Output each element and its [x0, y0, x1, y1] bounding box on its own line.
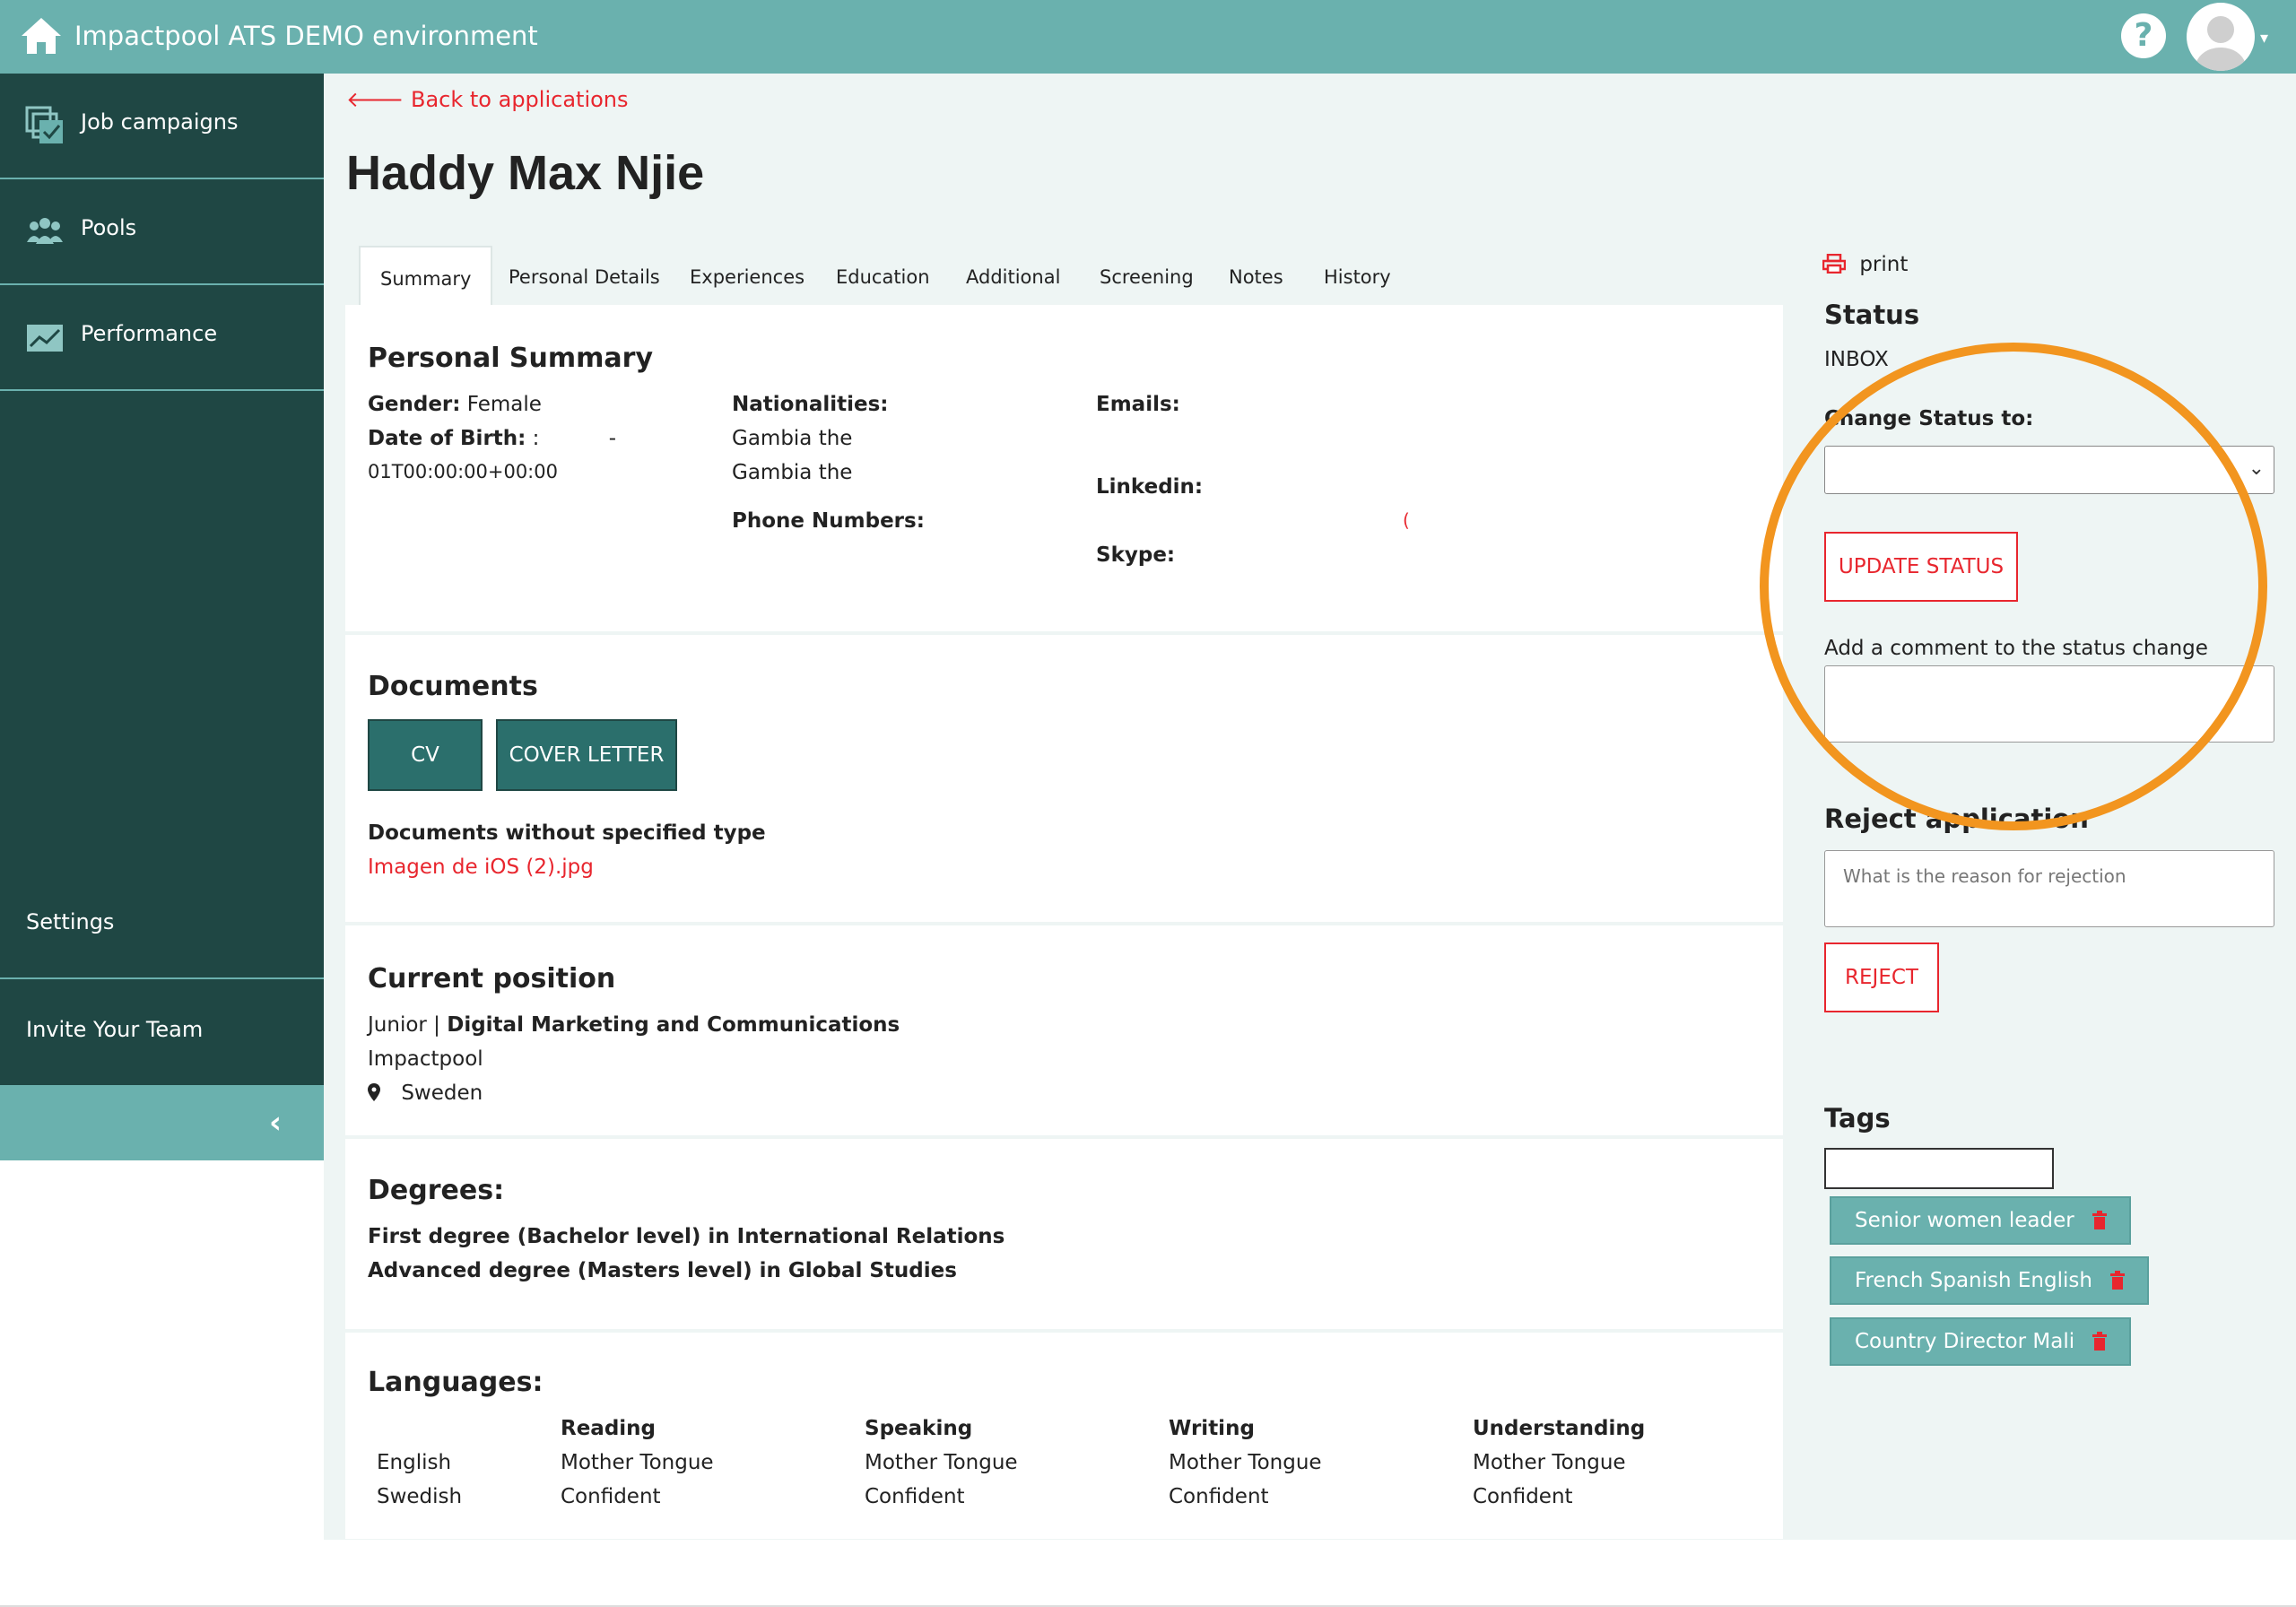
home-icon[interactable]	[20, 14, 63, 57]
cover-letter-button[interactable]: COVER LETTER	[496, 719, 677, 791]
gender-row: Gender: Female	[368, 393, 542, 416]
documents-title: Documents	[368, 671, 538, 702]
help-icon[interactable]: ?	[2121, 13, 2166, 58]
nationalities-label: Nationalities:	[732, 393, 889, 416]
tab-screening[interactable]: Screening	[1080, 246, 1213, 305]
map-pin-icon	[368, 1083, 380, 1101]
user-icon	[2196, 16, 2246, 71]
sidebar-collapse-button[interactable]: ‹	[0, 1087, 324, 1160]
languages-col-header: Understanding	[1473, 1417, 1646, 1440]
reject-button[interactable]: REJECT	[1824, 942, 1939, 1012]
degree-item: First degree (Bachelor level) in Interna…	[368, 1225, 1005, 1248]
tab-personal-details[interactable]: Personal Details	[489, 246, 680, 305]
linkedin-link[interactable]: (	[1403, 509, 1410, 531]
unspecified-docs-label: Documents without specified type	[368, 821, 766, 845]
tags-title: Tags	[1824, 1103, 1891, 1134]
sidebar-item-invite-team[interactable]: Invite Your Team	[0, 981, 324, 1087]
sidebar-item-label: Job campaigns	[81, 109, 239, 135]
back-to-applications-link[interactable]: 🡐 Back to applications	[346, 86, 629, 112]
skype-label: Skype:	[1096, 543, 1176, 567]
sidebar-item-label: Invite Your Team	[26, 1017, 204, 1042]
language-level: Mother Tongue	[561, 1451, 714, 1474]
language-level: Mother Tongue	[865, 1451, 1018, 1474]
degrees-title: Degrees:	[368, 1175, 505, 1206]
chart-icon	[27, 325, 63, 352]
languages-col-header: Reading	[561, 1417, 657, 1440]
arrow-left-icon: 🡐	[346, 87, 404, 112]
tab-notes[interactable]: Notes	[1209, 246, 1303, 305]
languages-title: Languages:	[368, 1367, 544, 1398]
status-select[interactable]: ⌄	[1824, 446, 2274, 494]
status-value: INBOX	[1824, 348, 1889, 371]
top-bar: Impactpool ATS DEMO environment ? ▾	[0, 0, 2296, 74]
language-level: Mother Tongue	[1169, 1451, 1322, 1474]
language-name: Swedish	[377, 1485, 463, 1508]
sidebar: Job campaigns Pools Performance Settings…	[0, 74, 324, 1160]
trash-icon[interactable]	[2092, 1332, 2108, 1351]
document-file-link[interactable]: Imagen de iOS (2).jpg	[368, 856, 594, 879]
language-level: Mother Tongue	[1473, 1451, 1626, 1474]
campaigns-icon	[25, 106, 63, 143]
language-level: Confident	[1169, 1485, 1269, 1508]
dob-value: 01T00:00:00+00:00	[368, 461, 558, 482]
trash-icon[interactable]	[2092, 1211, 2108, 1230]
trash-icon[interactable]	[2109, 1271, 2126, 1290]
tab-additional[interactable]: Additional	[946, 246, 1080, 305]
chevron-left-icon: ‹	[269, 1105, 283, 1141]
tag-input[interactable]	[1824, 1148, 2054, 1189]
sidebar-item-label: Settings	[26, 909, 115, 934]
languages-col-header: Writing	[1169, 1417, 1255, 1440]
page-title: Haddy Max Njie	[346, 146, 705, 200]
position-role: Junior | Digital Marketing and Communica…	[368, 1013, 900, 1037]
linkedin-label: Linkedin:	[1096, 475, 1204, 499]
languages-col-header: Speaking	[865, 1417, 973, 1440]
print-link[interactable]: print	[1822, 253, 1908, 276]
sidebar-item-label: Pools	[81, 215, 137, 240]
dob-row: Date of Birth: : -	[368, 427, 617, 450]
avatar[interactable]	[2187, 3, 2255, 71]
tab-experiences[interactable]: Experiences	[670, 246, 824, 305]
tab-education[interactable]: Education	[816, 246, 950, 305]
sidebar-item-job-campaigns[interactable]: Job campaigns	[0, 74, 324, 179]
printer-icon	[1822, 253, 1847, 274]
tag-item[interactable]: Country Director Mali	[1830, 1317, 2131, 1366]
nationality-item: Gambia the	[732, 461, 853, 484]
sidebar-item-pools[interactable]: Pools	[0, 179, 324, 285]
tag-item[interactable]: Senior women leader	[1830, 1196, 2131, 1245]
status-title: Status	[1824, 300, 1920, 330]
personal-summary-title: Personal Summary	[368, 343, 654, 374]
phone-numbers-label: Phone Numbers:	[732, 509, 925, 533]
sidebar-item-label: Performance	[81, 321, 218, 346]
app-title[interactable]: Impactpool ATS DEMO environment	[74, 18, 538, 54]
update-status-button[interactable]: UPDATE STATUS	[1824, 532, 2018, 602]
tab-summary[interactable]: Summary	[359, 246, 493, 307]
change-status-label: Change Status to:	[1824, 407, 2034, 430]
nationality-item: Gambia the	[732, 427, 853, 450]
position-location: Sweden	[368, 1081, 483, 1105]
reject-title: Reject application	[1824, 804, 2089, 834]
tag-item[interactable]: French Spanish English	[1830, 1256, 2149, 1305]
sidebar-item-performance[interactable]: Performance	[0, 285, 324, 391]
status-comment-textarea[interactable]	[1824, 665, 2274, 743]
reject-reason-textarea[interactable]: What is the reason for rejection	[1824, 850, 2274, 927]
language-level: Confident	[865, 1485, 965, 1508]
cv-button[interactable]: CV	[368, 719, 483, 791]
language-name: English	[377, 1451, 452, 1474]
degree-item: Advanced degree (Masters level) in Globa…	[368, 1259, 957, 1282]
status-comment-label: Add a comment to the status change	[1824, 637, 2208, 660]
language-level: Confident	[561, 1485, 661, 1508]
users-icon	[27, 218, 63, 244]
emails-label: Emails:	[1096, 393, 1180, 416]
language-level: Confident	[1473, 1485, 1573, 1508]
current-position-title: Current position	[368, 963, 616, 995]
chevron-down-icon[interactable]: ▾	[2260, 29, 2268, 48]
chevron-down-icon: ⌄	[2248, 457, 2265, 480]
position-company: Impactpool	[368, 1047, 483, 1071]
tab-history[interactable]: History	[1304, 246, 1411, 305]
sidebar-item-settings[interactable]: Settings	[0, 873, 324, 979]
